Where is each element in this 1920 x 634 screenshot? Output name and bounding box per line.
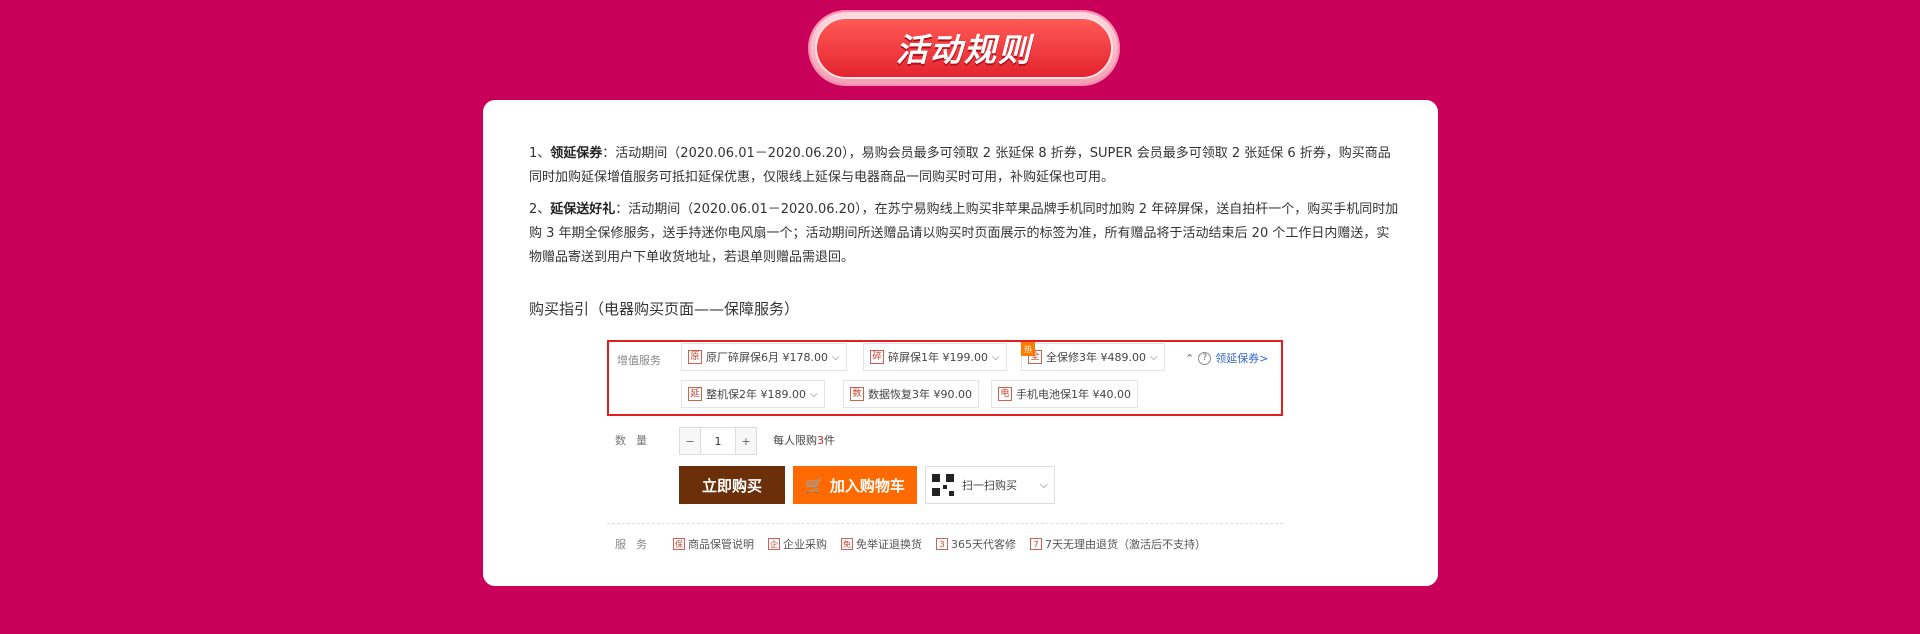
limit-suffix: 件	[824, 434, 835, 447]
rule-num: 1、	[529, 146, 551, 161]
service-option-label: 全保修3年 ¥489.00	[1046, 351, 1146, 364]
action-buttons: 立即购买 🛒 加入购物车 扫一扫购买 ⌵	[679, 466, 1055, 504]
help-icon: ?	[1198, 351, 1212, 365]
title-banner-inner: 活动规则	[815, 17, 1113, 79]
add-to-cart-label: 加入购物车	[829, 476, 905, 495]
quantity-stepper: − 1 +	[679, 427, 757, 455]
title-banner: 活动规则	[810, 12, 1118, 84]
service-option-label: 数据恢复3年 ¥90.00	[868, 388, 972, 401]
scan-to-buy-label: 扫一扫购买	[962, 479, 1017, 492]
rule-item-1: 1、领延保券：活动期间（2020.06.01－2020.06.20），易购会员最…	[529, 142, 1399, 190]
page-title: 活动规则	[895, 31, 1032, 69]
coupon-link[interactable]: ⌃ ? 领延保券>	[1185, 350, 1268, 366]
quantity-row: 数量 − 1 + 每人限购3件	[607, 424, 1283, 456]
chevron-down-icon: ⌵	[809, 388, 818, 400]
service-badge-icon: 企	[768, 538, 780, 550]
service-option[interactable]: 延 整机保2年 ¥189.00 ⌵	[681, 380, 825, 408]
rules-list: 1、领延保券：活动期间（2020.06.01－2020.06.20），易购会员最…	[529, 142, 1399, 278]
chevron-down-icon: ⌵	[1039, 478, 1048, 491]
limit-number: 3	[817, 434, 824, 447]
rule-body: ：活动期间（2020.06.01－2020.06.20），在苏宁易购线上购买非苹…	[529, 202, 1399, 265]
service-guarantees: 服务 保商品保管说明 企企业采购 免免举证退换货 3 365天代客修 7 7天无理由…	[615, 536, 1206, 552]
value-added-services-box: 增值服务 原 原厂碎屏保6月 ¥178.00 ⌵ 碎 碎屏保1年 ¥199.00…	[607, 340, 1283, 416]
chevron-up-icon: ⌃	[1185, 351, 1195, 365]
service-badge-icon: 3	[936, 538, 948, 550]
service-item-label: 免举证退换货	[856, 538, 922, 551]
purchase-guide-screenshot: 增值服务 原 原厂碎屏保6月 ¥178.00 ⌵ 碎 碎屏保1年 ¥199.00…	[607, 340, 1287, 572]
divider	[607, 523, 1283, 524]
rules-card: 1、领延保券：活动期间（2020.06.01－2020.06.20），易购会员最…	[483, 100, 1438, 586]
quantity-input[interactable]: 1	[701, 427, 735, 455]
coupon-link-label: 领延保券>	[1215, 352, 1269, 365]
service-option-label: 原厂碎屏保6月 ¥178.00	[706, 351, 828, 364]
minus-button[interactable]: −	[679, 427, 701, 455]
rule-num: 2、	[529, 202, 551, 217]
rule-body: ：活动期间（2020.06.01－2020.06.20），易购会员最多可领取 2…	[529, 146, 1391, 185]
service-badge-icon: 7	[1030, 538, 1042, 550]
service-tag-icon: 原	[688, 350, 702, 364]
cart-icon: 🛒	[805, 476, 824, 494]
service-tag-icon: 数	[850, 387, 864, 401]
service-item[interactable]: 3 365天代客修	[936, 536, 1016, 552]
service-item-label: 商品保管说明	[688, 538, 754, 551]
service-tag-icon: 电	[998, 387, 1012, 401]
purchase-limit: 每人限购3件	[773, 432, 835, 448]
service-item[interactable]: 7 7天无理由退货（激活后不支持）	[1030, 536, 1206, 552]
service-tag-icon: 延	[688, 387, 702, 401]
service-label: 服务	[615, 538, 657, 551]
service-option[interactable]: 碎 碎屏保1年 ¥199.00 ⌵	[863, 343, 1007, 371]
service-option[interactable]: 数 数据恢复3年 ¥90.00	[843, 380, 979, 408]
service-item[interactable]: 保商品保管说明	[673, 536, 754, 552]
service-badge-icon: 保	[673, 538, 685, 550]
quantity-label: 数量	[615, 434, 657, 447]
service-item-label: 7天无理由退货（激活后不支持）	[1045, 538, 1206, 551]
services-label: 增值服务	[617, 354, 661, 367]
service-item[interactable]: 免免举证退换货	[841, 536, 922, 552]
service-item-label: 企业采购	[783, 538, 827, 551]
service-item[interactable]: 企企业采购	[768, 536, 827, 552]
qr-code-icon	[932, 474, 954, 496]
limit-prefix: 每人限购	[773, 434, 817, 447]
hot-badge: 热	[1021, 342, 1035, 356]
chevron-down-icon: ⌵	[991, 351, 1000, 363]
service-option-label: 碎屏保1年 ¥199.00	[888, 351, 988, 364]
add-to-cart-button[interactable]: 🛒 加入购物车	[793, 466, 917, 504]
service-option[interactable]: 电 手机电池保1年 ¥40.00	[991, 380, 1138, 408]
chevron-down-icon: ⌵	[831, 351, 840, 363]
service-badge-icon: 免	[841, 538, 853, 550]
rule-item-2: 2、延保送好礼：活动期间（2020.06.01－2020.06.20），在苏宁易…	[529, 198, 1399, 270]
service-option[interactable]: 全 全保修3年 ¥489.00 ⌵	[1021, 343, 1165, 371]
rule-heading: 延保送好礼	[550, 202, 616, 217]
service-option-label: 手机电池保1年 ¥40.00	[1016, 388, 1131, 401]
service-option[interactable]: 原 原厂碎屏保6月 ¥178.00 ⌵	[681, 343, 847, 371]
buy-now-button[interactable]: 立即购买	[679, 466, 785, 504]
chevron-down-icon: ⌵	[1149, 351, 1158, 363]
rule-heading: 领延保券	[550, 146, 603, 161]
scan-to-buy-button[interactable]: 扫一扫购买 ⌵	[925, 466, 1055, 504]
plus-button[interactable]: +	[735, 427, 757, 455]
service-option-label: 整机保2年 ¥189.00	[706, 388, 806, 401]
service-item-label: 365天代客修	[951, 538, 1016, 551]
service-tag-icon: 碎	[870, 350, 884, 364]
guide-title: 购买指引（电器购买页面——保障服务）	[529, 300, 800, 318]
